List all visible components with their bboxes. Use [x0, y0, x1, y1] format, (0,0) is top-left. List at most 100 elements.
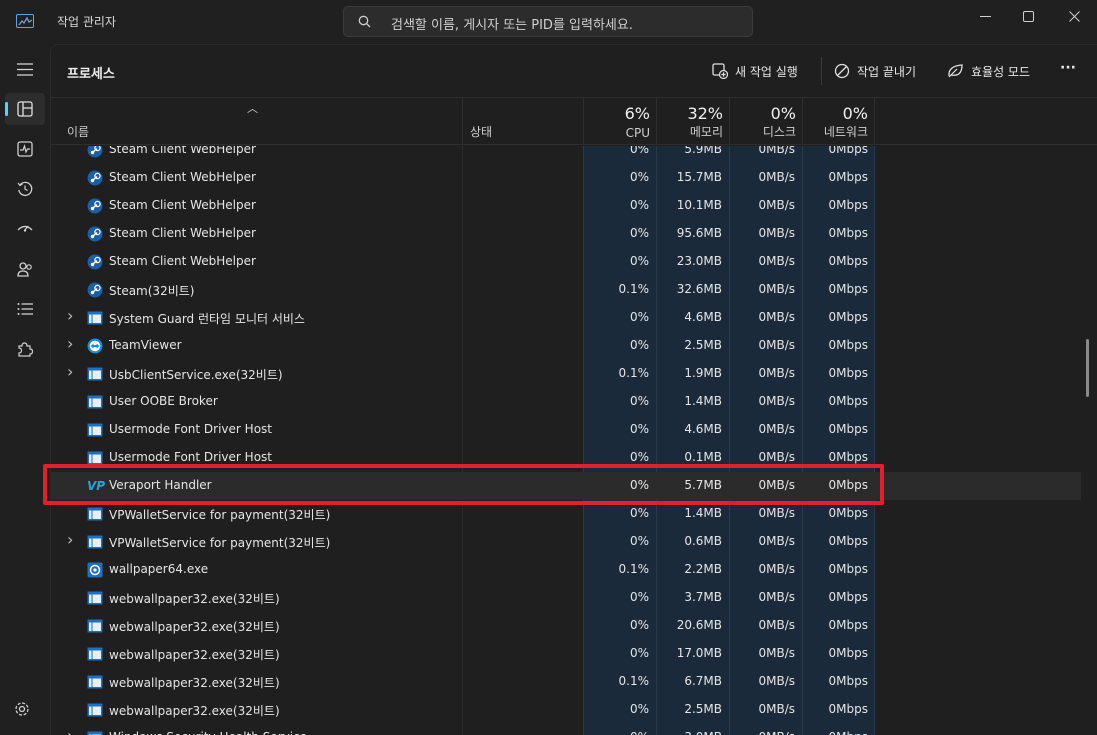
network-value: 0Mbps	[828, 506, 868, 520]
window-icon	[87, 506, 103, 522]
table-row[interactable]: webwallpaper32.exe(32비트) 0% 20.6MB 0MB/s 0Mb…	[51, 612, 1081, 640]
hamburger-menu-button[interactable]	[5, 53, 45, 85]
disk-value: 0MB/s	[758, 674, 795, 688]
process-table: Steam Client WebHelper 0% 5.9MB 0MB/s 0Mbps S…	[51, 146, 1081, 735]
settings-button[interactable]	[14, 701, 30, 720]
process-name: Steam Client WebHelper	[109, 198, 256, 212]
table-row[interactable]: webwallpaper32.exe(32비트) 0% 3.7MB 0MB/s 0Mbp…	[51, 584, 1081, 612]
process-name: TeamViewer	[109, 338, 182, 352]
memory-value: 6.7MB	[684, 674, 722, 688]
gear-icon	[15, 702, 29, 716]
task-manager-app-icon	[16, 14, 34, 28]
column-header-disk[interactable]: 0% 디스크	[729, 98, 802, 145]
table-row[interactable]: webwallpaper32.exe(32비트) 0% 2.5MB 0MB/s 0Mbp…	[51, 696, 1081, 724]
table-row[interactable]: Usermode Font Driver Host 0% 4.6MB 0MB/s 0Mb…	[51, 416, 1081, 444]
table-row[interactable]: Steam Client WebHelper 0% 5.9MB 0MB/s 0Mbps	[51, 146, 1081, 164]
nav-processes[interactable]	[5, 93, 45, 125]
disk-value: 0MB/s	[758, 534, 795, 548]
cpu-value: 0%	[629, 338, 649, 352]
memory-value: 32.6MB	[676, 282, 722, 296]
nav-services[interactable]	[5, 333, 45, 365]
disk-value: 0MB/s	[758, 146, 795, 156]
network-value: 0Mbps	[828, 422, 868, 436]
network-value: 0Mbps	[828, 590, 868, 604]
disk-value: 0MB/s	[758, 506, 795, 520]
table-row[interactable]: wallpaper64.exe 0.1% 2.2MB 0MB/s 0Mbps	[51, 556, 1081, 584]
nav-startup-apps[interactable]	[5, 213, 45, 245]
disk-value: 0MB/s	[758, 366, 795, 380]
cpu-value: 0%	[629, 450, 649, 464]
run-new-task-button[interactable]: 새 작업 실행	[712, 59, 798, 83]
cpu-value: 0%	[629, 646, 649, 660]
disk-value: 0MB/s	[758, 646, 795, 660]
disk-value: 0MB/s	[758, 394, 795, 408]
table-row[interactable]: User OOBE Broker 0% 1.4MB 0MB/s 0Mbps	[51, 388, 1081, 416]
expand-chevron-icon[interactable]: ›	[67, 726, 73, 735]
expand-chevron-icon[interactable]: ›	[67, 306, 73, 325]
cpu-value: 0.1%	[618, 674, 650, 688]
cpu-total: 6%	[624, 104, 650, 123]
history-icon	[17, 181, 33, 197]
nav-details[interactable]	[5, 293, 45, 325]
cpu-value: 0%	[629, 198, 649, 212]
close-button[interactable]	[1051, 0, 1097, 32]
vertical-scrollbar[interactable]	[1086, 339, 1089, 397]
expand-chevron-icon[interactable]: ›	[67, 362, 73, 381]
cpu-value: 0%	[629, 310, 649, 324]
expand-chevron-icon[interactable]: ›	[67, 334, 73, 353]
expand-chevron-icon[interactable]: ›	[67, 530, 73, 549]
table-row[interactable]: › VPWalletService for payment(32비트) 0% 0.6M…	[51, 528, 1081, 556]
nav-performance[interactable]	[5, 133, 45, 165]
search-box[interactable]: 검색할 이름, 게시자 또는 PID를 입력하세요.	[343, 6, 753, 37]
table-row[interactable]: › Windows Security Health Service 0% 3.0MB 0…	[51, 724, 1081, 735]
toolbar-divider	[821, 57, 822, 85]
efficiency-mode-button[interactable]: 효율성 모드	[947, 59, 1030, 83]
maximize-button[interactable]	[1005, 0, 1051, 32]
table-row[interactable]: Steam Client WebHelper 0% 95.6MB 0MB/s 0Mbps	[51, 220, 1081, 248]
cpu-value: 0%	[629, 422, 649, 436]
window-icon	[87, 366, 103, 382]
table-row[interactable]: Steam(32비트) 0.1% 32.6MB 0MB/s 0Mbps	[51, 276, 1081, 304]
network-value: 0Mbps	[828, 338, 868, 352]
network-value: 0Mbps	[828, 534, 868, 548]
end-task-label: 작업 끝내기	[857, 64, 917, 79]
table-row[interactable]: › System Guard 런타임 모니터 서비스 0% 4.6MB 0MB/s 0Mb…	[51, 304, 1081, 332]
process-name: webwallpaper32.exe(32비트)	[109, 704, 280, 718]
memory-value: 4.6MB	[684, 310, 722, 324]
network-value: 0Mbps	[828, 646, 868, 660]
column-header-cpu[interactable]: 6% CPU	[583, 98, 656, 145]
column-header-network[interactable]: 0% 네트워크	[802, 98, 875, 145]
table-row[interactable]: › TeamViewer 0% 2.5MB 0MB/s 0Mbps	[51, 332, 1081, 360]
end-task-icon	[834, 63, 850, 79]
table-row[interactable]: webwallpaper32.exe(32비트) 0% 17.0MB 0MB/s 0Mb…	[51, 640, 1081, 668]
network-value: 0Mbps	[828, 674, 868, 688]
process-name: Steam Client WebHelper	[109, 170, 256, 184]
column-header-status[interactable]: 상태	[462, 98, 583, 145]
steam-icon	[87, 254, 103, 270]
disk-value: 0MB/s	[729, 730, 795, 735]
process-name: Steam Client WebHelper	[109, 226, 256, 240]
table-row[interactable]: Steam Client WebHelper 0% 23.0MB 0MB/s 0Mbps	[51, 248, 1081, 276]
cpu-value: 0.1%	[618, 366, 650, 380]
disk-value: 0MB/s	[758, 198, 795, 212]
process-name: VPWalletService for payment(32비트)	[109, 536, 331, 550]
title-bar: 작업 관리자 검색할 이름, 게시자 또는 PID를 입력하세요.	[0, 0, 1097, 44]
processes-icon	[17, 101, 33, 117]
memory-value: 2.2MB	[684, 562, 722, 576]
table-row[interactable]: Steam Client WebHelper 0% 10.1MB 0MB/s 0Mbps	[51, 192, 1081, 220]
run-new-task-label: 새 작업 실행	[735, 64, 798, 79]
toolbar: 프로세스 새 작업 실행 작업 끝내기 효율성 모드 ···	[51, 45, 1097, 97]
minimize-button[interactable]	[962, 0, 1008, 32]
column-header-memory[interactable]: 32% 메모리	[656, 98, 729, 145]
network-total: 0%	[842, 104, 868, 123]
column-header-name[interactable]: 이름	[51, 98, 462, 145]
nav-app-history[interactable]	[5, 173, 45, 205]
process-name: Usermode Font Driver Host	[109, 422, 272, 436]
table-row[interactable]: webwallpaper32.exe(32비트) 0.1% 6.7MB 0MB/s 0M…	[51, 668, 1081, 696]
table-row[interactable]: Steam Client WebHelper 0% 15.7MB 0MB/s 0Mbps	[51, 164, 1081, 192]
steam-icon	[87, 170, 103, 186]
nav-users[interactable]	[5, 253, 45, 285]
more-options-button[interactable]: ···	[1060, 56, 1076, 80]
table-row[interactable]: › UsbClientService.exe(32비트) 0.1% 1.9MB 0MB/…	[51, 360, 1081, 388]
end-task-button[interactable]: 작업 끝내기	[834, 59, 916, 83]
